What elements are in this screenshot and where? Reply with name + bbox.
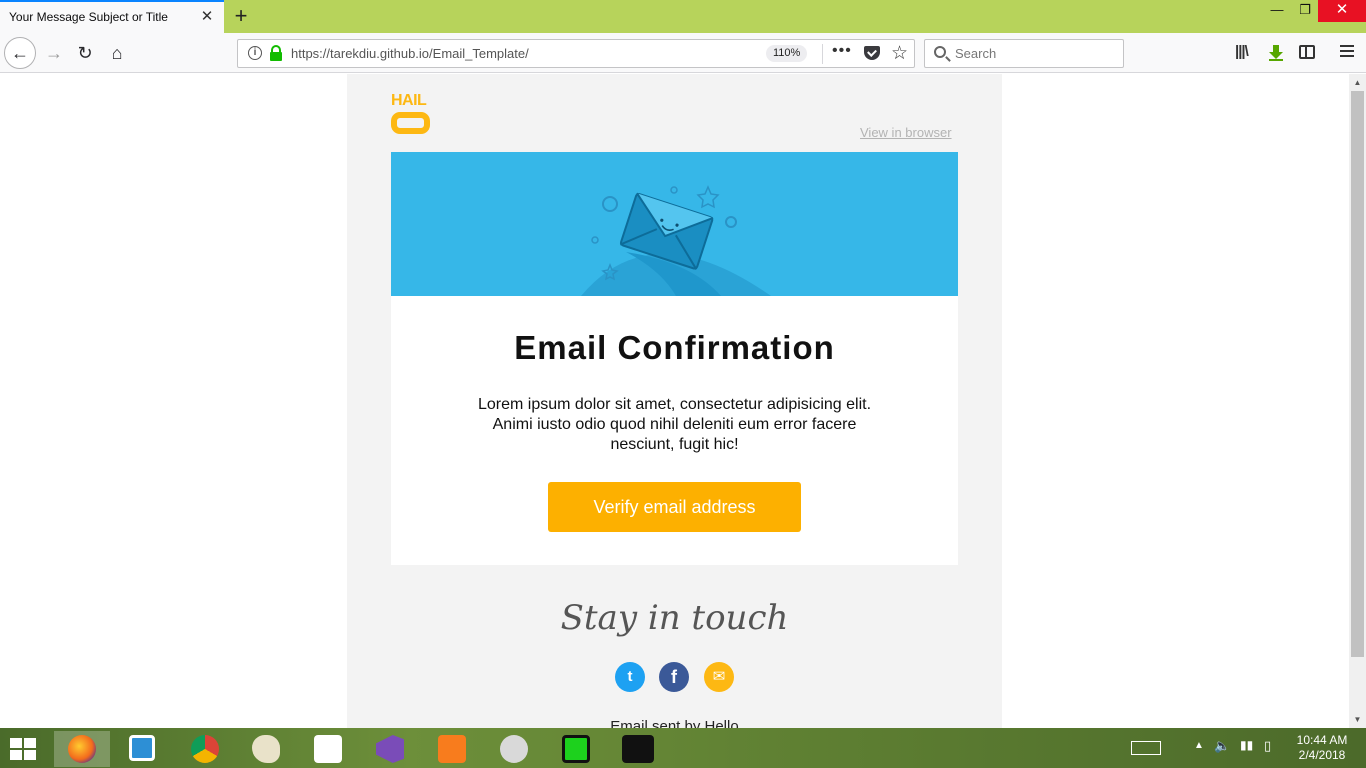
stay-in-touch-heading: Stay in touch [560,598,789,638]
home-button[interactable]: ⌂ [102,38,132,68]
tab-title: Your Message Subject or Title [9,10,168,24]
battery-icon[interactable]: ▯ [1264,738,1271,754]
search-bar[interactable] [924,39,1124,68]
scroll-down-arrow-icon[interactable]: ▼ [1349,711,1366,728]
email-body-text: Lorem ipsum dolor sit amet, consectetur … [477,396,872,453]
verify-email-button[interactable]: Verify email address [548,482,801,532]
clock[interactable]: 10:44 AM 2/4/2018 [1292,733,1352,763]
back-button[interactable]: ← [4,37,36,69]
page-viewport: HAIL View in browser Email Confirmation … [0,74,1349,728]
twitter-icon[interactable]: t [615,662,645,692]
windows-start-icon[interactable] [10,738,38,760]
reload-button[interactable]: ↻ [70,38,100,68]
vertical-scrollbar[interactable]: ▲ ▼ [1349,74,1366,728]
envelope-illustration [581,185,771,296]
hailo-logo: HAIL [391,92,431,136]
facebook-icon[interactable]: f [659,662,689,692]
taskbar-snipping-icon[interactable] [492,731,536,767]
download-icon[interactable] [1268,45,1284,61]
taskbar-flash-icon[interactable] [616,731,660,767]
search-input[interactable] [955,44,1115,63]
taskbar: ▲ 🔈 ▮▮ ▯ 10:44 AM 2/4/2018 [0,728,1366,768]
tab-active[interactable]: Your Message Subject or Title ✕ [0,0,224,33]
scroll-thumb[interactable] [1351,91,1364,657]
minimize-button[interactable]: — [1262,0,1292,22]
restore-button[interactable]: ❐ [1290,0,1320,22]
close-tab-icon[interactable]: ✕ [199,9,215,25]
nav-bar: ← → ↻ ⌂ i https://tarekdiu.github.io/Ema… [0,33,1366,73]
info-icon[interactable]: i [248,46,262,60]
url-bar[interactable]: i https://tarekdiu.github.io/Email_Templ… [237,39,915,68]
close-window-button[interactable]: ✕ [1318,0,1366,22]
taskbar-chrome-icon[interactable] [183,731,227,767]
new-tab-button[interactable]: + [230,4,252,28]
taskbar-capture-icon[interactable] [306,731,350,767]
search-icon [934,46,946,58]
url-separator [822,44,823,64]
taskbar-visual-studio-icon[interactable] [368,731,412,767]
touch-keyboard-icon[interactable] [1131,741,1161,755]
hero-banner [391,152,958,296]
taskbar-store-icon[interactable] [121,731,165,767]
confirmation-card: Email Confirmation Lorem ipsum dolor sit… [391,296,958,565]
library-icon[interactable]: |||\ [1235,43,1249,60]
tray-overflow-icon[interactable]: ▲ [1194,740,1204,751]
hamburger-menu-icon[interactable] [1340,45,1354,57]
url-text[interactable]: https://tarekdiu.github.io/Email_Templat… [291,46,529,61]
taskbar-firefox-icon[interactable] [54,731,110,767]
logo-text: HAIL [391,92,427,109]
mail-icon[interactable]: ✉ [704,662,734,692]
scroll-up-arrow-icon[interactable]: ▲ [1349,74,1366,91]
logo-mark [391,112,430,134]
clock-time: 10:44 AM [1296,733,1348,747]
taskbar-xampp-icon[interactable] [430,731,474,767]
bookmark-star-icon[interactable]: ☆ [891,42,908,65]
tab-strip: Your Message Subject or Title ✕ + — ❐ ✕ [0,0,1366,33]
email-footer-text: Email sent by Hello [610,718,739,728]
email-title: Email Confirmation [514,329,835,366]
clock-date: 2/4/2018 [1298,748,1346,762]
zoom-badge[interactable]: 110% [766,45,808,62]
network-icon[interactable]: ▮▮ [1240,738,1253,752]
volume-icon[interactable]: 🔈 [1214,738,1230,754]
taskbar-emulator-icon[interactable] [554,731,598,767]
view-in-browser-link[interactable]: View in browser [860,125,952,140]
pocket-icon[interactable] [864,46,880,60]
email-container: HAIL View in browser Email Confirmation … [347,74,1002,728]
more-actions-icon[interactable]: ••• [832,42,852,60]
sidebar-icon[interactable] [1299,45,1315,59]
forward-button[interactable]: → [39,38,69,68]
lock-icon [270,45,282,61]
taskbar-paint-icon[interactable] [244,731,288,767]
